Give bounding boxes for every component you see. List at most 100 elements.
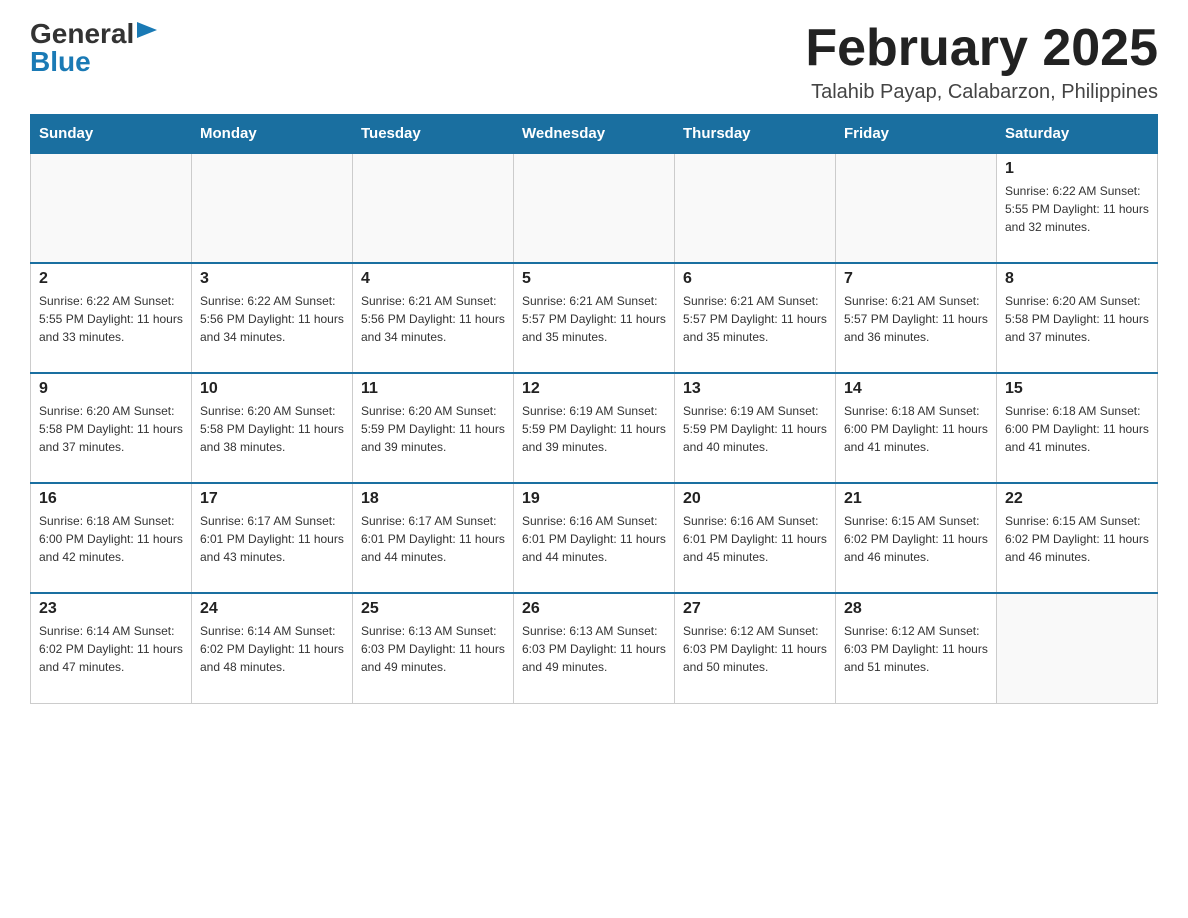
- day-number: 14: [844, 380, 988, 398]
- day-info: Sunrise: 6:18 AM Sunset: 6:00 PM Dayligh…: [39, 512, 183, 566]
- day-number: 21: [844, 490, 988, 508]
- calendar-cell: 6 Sunrise: 6:21 AM Sunset: 5:57 PM Daylig…: [675, 263, 836, 373]
- day-info: Sunrise: 6:22 AM Sunset: 5:55 PM Dayligh…: [39, 292, 183, 346]
- calendar-cell: 17Sunrise: 6:17 AM Sunset: 6:01 PM Dayli…: [192, 483, 353, 593]
- day-info: Sunrise: 6:20 AM Sunset: 5:58 PM Dayligh…: [200, 402, 344, 456]
- calendar-cell: [675, 153, 836, 263]
- day-info: Sunrise: 6:14 AM Sunset: 6:02 PM Dayligh…: [39, 622, 183, 676]
- day-number: 4: [361, 270, 505, 288]
- weekday-header: Saturday: [997, 115, 1158, 154]
- day-info: Sunrise: 6:15 AM Sunset: 6:02 PM Dayligh…: [1005, 512, 1149, 566]
- calendar-cell: [192, 153, 353, 263]
- calendar-cell: 15 Sunrise: 6:18 AM Sunset: 6:00 PM Dayli…: [997, 373, 1158, 483]
- day-info: Sunrise: 6:21 AM Sunset: 5:57 PM Dayligh…: [844, 292, 988, 346]
- day-info: Sunrise: 6:20 AM Sunset: 5:58 PM Dayligh…: [39, 402, 183, 456]
- day-info: Sunrise: 6:12 AM Sunset: 6:03 PM Dayligh…: [683, 622, 827, 676]
- day-info: Sunrise: 6:17 AM Sunset: 6:01 PM Dayligh…: [361, 512, 505, 566]
- day-number: 18: [361, 490, 505, 508]
- calendar-cell: 14 Sunrise: 6:18 AM Sunset: 6:00 PM Dayli…: [836, 373, 997, 483]
- title-block: February 2025 Talahib Payap, Calabarzon,…: [805, 20, 1158, 104]
- calendar-week-row: 2 Sunrise: 6:22 AM Sunset: 5:55 PM Daylig…: [31, 263, 1158, 373]
- day-info: Sunrise: 6:22 AM Sunset: 5:55 PM Dayligh…: [1005, 182, 1149, 236]
- calendar-cell: 10Sunrise: 6:20 AM Sunset: 5:58 PM Dayli…: [192, 373, 353, 483]
- day-number: 13: [683, 380, 827, 398]
- weekday-header: Tuesday: [353, 115, 514, 154]
- calendar-cell: 1 Sunrise: 6:22 AM Sunset: 5:55 PM Daylig…: [997, 153, 1158, 263]
- calendar-cell: 16 Sunrise: 6:18 AM Sunset: 6:00 PM Dayli…: [31, 483, 192, 593]
- day-info: Sunrise: 6:21 AM Sunset: 5:57 PM Dayligh…: [683, 292, 827, 346]
- weekday-header: Wednesday: [514, 115, 675, 154]
- logo: General Blue: [30, 20, 157, 76]
- calendar-cell: 22 Sunrise: 6:15 AM Sunset: 6:02 PM Dayli…: [997, 483, 1158, 593]
- calendar-cell: [997, 593, 1158, 703]
- day-number: 7: [844, 270, 988, 288]
- calendar-week-row: 16 Sunrise: 6:18 AM Sunset: 6:00 PM Dayli…: [31, 483, 1158, 593]
- logo-general-text: General: [30, 20, 134, 48]
- day-info: Sunrise: 6:17 AM Sunset: 6:01 PM Dayligh…: [200, 512, 344, 566]
- day-info: Sunrise: 6:16 AM Sunset: 6:01 PM Dayligh…: [683, 512, 827, 566]
- day-info: Sunrise: 6:15 AM Sunset: 6:02 PM Dayligh…: [844, 512, 988, 566]
- day-number: 6: [683, 270, 827, 288]
- day-number: 3: [200, 270, 344, 288]
- day-info: Sunrise: 6:19 AM Sunset: 5:59 PM Dayligh…: [683, 402, 827, 456]
- day-number: 11: [361, 380, 505, 398]
- day-number: 15: [1005, 380, 1149, 398]
- calendar-cell: 7 Sunrise: 6:21 AM Sunset: 5:57 PM Daylig…: [836, 263, 997, 373]
- day-info: Sunrise: 6:18 AM Sunset: 6:00 PM Dayligh…: [1005, 402, 1149, 456]
- calendar-cell: [836, 153, 997, 263]
- calendar-header-row: SundayMondayTuesdayWednesdayThursdayFrid…: [31, 115, 1158, 154]
- calendar-cell: 18 Sunrise: 6:17 AM Sunset: 6:01 PM Dayli…: [353, 483, 514, 593]
- day-info: Sunrise: 6:19 AM Sunset: 5:59 PM Dayligh…: [522, 402, 666, 456]
- day-info: Sunrise: 6:20 AM Sunset: 5:59 PM Dayligh…: [361, 402, 505, 456]
- day-number: 22: [1005, 490, 1149, 508]
- page-header: General Blue February 2025 Talahib Payap…: [30, 20, 1158, 104]
- calendar-cell: 23 Sunrise: 6:14 AM Sunset: 6:02 PM Dayli…: [31, 593, 192, 703]
- day-number: 28: [844, 600, 988, 618]
- day-info: Sunrise: 6:20 AM Sunset: 5:58 PM Dayligh…: [1005, 292, 1149, 346]
- calendar-cell: 26Sunrise: 6:13 AM Sunset: 6:03 PM Dayli…: [514, 593, 675, 703]
- calendar-cell: 28 Sunrise: 6:12 AM Sunset: 6:03 PM Dayli…: [836, 593, 997, 703]
- day-info: Sunrise: 6:12 AM Sunset: 6:03 PM Dayligh…: [844, 622, 988, 676]
- calendar-cell: 12 Sunrise: 6:19 AM Sunset: 5:59 PM Dayli…: [514, 373, 675, 483]
- calendar-table: SundayMondayTuesdayWednesdayThursdayFrid…: [30, 114, 1158, 704]
- weekday-header: Friday: [836, 115, 997, 154]
- calendar-week-row: 1 Sunrise: 6:22 AM Sunset: 5:55 PM Daylig…: [31, 153, 1158, 263]
- day-number: 23: [39, 600, 183, 618]
- calendar-cell: 5 Sunrise: 6:21 AM Sunset: 5:57 PM Daylig…: [514, 263, 675, 373]
- calendar-cell: 19 Sunrise: 6:16 AM Sunset: 6:01 PM Dayli…: [514, 483, 675, 593]
- day-info: Sunrise: 6:16 AM Sunset: 6:01 PM Dayligh…: [522, 512, 666, 566]
- day-number: 16: [39, 490, 183, 508]
- day-info: Sunrise: 6:21 AM Sunset: 5:56 PM Dayligh…: [361, 292, 505, 346]
- day-number: 9: [39, 380, 183, 398]
- logo-flag-icon: [137, 22, 157, 42]
- day-number: 19: [522, 490, 666, 508]
- day-number: 1: [1005, 160, 1149, 178]
- day-number: 12: [522, 380, 666, 398]
- month-year-title: February 2025: [805, 20, 1158, 77]
- calendar-cell: 13 Sunrise: 6:19 AM Sunset: 5:59 PM Dayli…: [675, 373, 836, 483]
- calendar-cell: [31, 153, 192, 263]
- calendar-cell: 9 Sunrise: 6:20 AM Sunset: 5:58 PM Daylig…: [31, 373, 192, 483]
- calendar-cell: 4 Sunrise: 6:21 AM Sunset: 5:56 PM Daylig…: [353, 263, 514, 373]
- day-number: 25: [361, 600, 505, 618]
- calendar-cell: 8Sunrise: 6:20 AM Sunset: 5:58 PM Daylig…: [997, 263, 1158, 373]
- day-number: 2: [39, 270, 183, 288]
- calendar-week-row: 23 Sunrise: 6:14 AM Sunset: 6:02 PM Dayli…: [31, 593, 1158, 703]
- day-number: 27: [683, 600, 827, 618]
- calendar-cell: 25 Sunrise: 6:13 AM Sunset: 6:03 PM Dayli…: [353, 593, 514, 703]
- day-info: Sunrise: 6:21 AM Sunset: 5:57 PM Dayligh…: [522, 292, 666, 346]
- calendar-cell: 3Sunrise: 6:22 AM Sunset: 5:56 PM Daylig…: [192, 263, 353, 373]
- weekday-header: Sunday: [31, 115, 192, 154]
- day-info: Sunrise: 6:13 AM Sunset: 6:03 PM Dayligh…: [361, 622, 505, 676]
- calendar-cell: 20 Sunrise: 6:16 AM Sunset: 6:01 PM Dayli…: [675, 483, 836, 593]
- day-number: 20: [683, 490, 827, 508]
- day-number: 5: [522, 270, 666, 288]
- day-number: 26: [522, 600, 666, 618]
- day-info: Sunrise: 6:14 AM Sunset: 6:02 PM Dayligh…: [200, 622, 344, 676]
- weekday-header: Monday: [192, 115, 353, 154]
- calendar-week-row: 9 Sunrise: 6:20 AM Sunset: 5:58 PM Daylig…: [31, 373, 1158, 483]
- calendar-cell: 24Sunrise: 6:14 AM Sunset: 6:02 PM Dayli…: [192, 593, 353, 703]
- day-info: Sunrise: 6:18 AM Sunset: 6:00 PM Dayligh…: [844, 402, 988, 456]
- logo-blue-text: Blue: [30, 48, 91, 76]
- location-subtitle: Talahib Payap, Calabarzon, Philippines: [805, 81, 1158, 104]
